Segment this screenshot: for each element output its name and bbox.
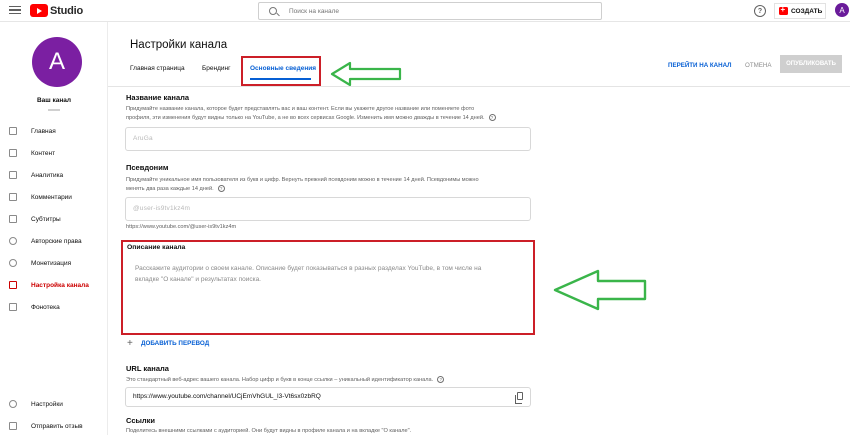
settings-icon (9, 400, 17, 408)
channel-name-field[interactable] (125, 127, 531, 151)
help-icon[interactable]: ? (754, 5, 766, 17)
description-placeholder-line: вкладке "О канале" и результатах поиска. (135, 276, 261, 284)
sidebar-item-feedback[interactable]: Отправить отзыв (0, 417, 108, 435)
sidebar-item-label: Настройки (31, 400, 63, 408)
name-hint: Придумайте название канала, которое буде… (126, 105, 546, 122)
sidebar-item-dashboard[interactable]: Главная (0, 122, 108, 140)
name-hint-line: профиля, эти изменения будут видны тольк… (126, 114, 485, 121)
search-bar[interactable] (258, 2, 602, 20)
sidebar-item-label: Комментарии (31, 193, 72, 201)
sidebar-item-label: Контент (31, 149, 56, 157)
sidebar-item-settings[interactable]: Настройки (0, 395, 108, 413)
sidebar-item-subtitles[interactable]: Субтитры (0, 210, 108, 228)
cancel-button[interactable]: ОТМЕНА (745, 62, 771, 69)
handle-hint-line: Придумайте уникальное имя пользователя и… (126, 177, 479, 183)
channel-url-hint: Это стандартный веб-адрес вашего канала.… (126, 376, 546, 385)
sidebar-item-label: Монетизация (31, 259, 72, 267)
plus-icon: + (127, 338, 133, 349)
sidebar-item-label: Настройка канала (31, 281, 89, 289)
channel-title: Ваш канал (36, 97, 72, 104)
search-input[interactable] (289, 7, 589, 15)
sidebar-item-label: Отправить отзыв (31, 422, 83, 430)
name-hint-line: Придумайте название канала, которое буде… (126, 106, 475, 112)
sidebar-item-label: Фонотека (31, 303, 60, 311)
links-section-title: Ссылки (126, 416, 156, 425)
sidebar: A Ваш канал Главная Контент Аналитика Ко… (0, 22, 108, 435)
customization-icon (9, 281, 17, 289)
channel-name-value: AruGa (133, 135, 153, 142)
annotation-box-tab (241, 56, 321, 86)
channel-avatar[interactable]: A (32, 37, 82, 87)
channel-url-value: https://www.youtube.com/channel/UCjEmVhG… (133, 393, 321, 400)
monetization-icon (9, 259, 17, 267)
feedback-icon (9, 422, 17, 430)
content-icon (9, 149, 17, 157)
top-bar: Studio ? СОЗДАТЬ A (0, 0, 850, 22)
description-section-title: Описание канала (127, 244, 186, 251)
audio-library-icon (9, 303, 17, 311)
channel-name-blurred (48, 109, 60, 111)
tab-branding[interactable]: Брендинг (202, 65, 230, 72)
description-textarea[interactable]: Расскажите аудитории о своем канале. Опи… (135, 263, 515, 285)
subtitles-icon (9, 215, 17, 223)
name-section-title: Название канала (126, 93, 190, 102)
handle-value: @user-is9tv1kz4m (133, 205, 191, 212)
search-icon (269, 7, 277, 15)
sidebar-item-label: Субтитры (31, 215, 61, 223)
sidebar-item-analytics[interactable]: Аналитика (0, 166, 108, 184)
description-placeholder-line: Расскажите аудитории о своем канале. Опи… (135, 265, 482, 272)
publish-button[interactable]: ОПУБЛИКОВАТЬ (780, 55, 842, 73)
copyright-icon (9, 237, 17, 245)
sidebar-item-customization[interactable]: Настройка канала (0, 276, 108, 294)
comments-icon (9, 193, 17, 201)
annotation-arrow-tab (330, 61, 402, 87)
create-button-label: СОЗДАТЬ (791, 7, 823, 15)
copy-icon[interactable] (515, 392, 523, 404)
sidebar-item-monetization[interactable]: Монетизация (0, 254, 108, 272)
youtube-logo-icon (30, 4, 48, 17)
menu-icon[interactable] (9, 4, 21, 16)
analytics-icon (9, 171, 17, 179)
add-translation-label: ДОБАВИТЬ ПЕРЕВОД (141, 340, 210, 347)
channel-url-hint-text: Это стандартный веб-адрес вашего канала.… (126, 377, 434, 383)
sidebar-item-label: Главная (31, 127, 56, 135)
handle-url: https://www.youtube.com/@user-is9tv1kz4m (126, 224, 237, 230)
sidebar-item-content[interactable]: Контент (0, 144, 108, 162)
annotation-arrow-description (553, 269, 647, 311)
annotation-box-description (121, 240, 535, 335)
handle-hint: Придумайте уникальное имя пользователя и… (126, 176, 546, 193)
sidebar-item-copyright[interactable]: Авторские права (0, 232, 108, 250)
sidebar-item-label: Авторские права (31, 237, 82, 245)
create-button[interactable]: СОЗДАТЬ (774, 3, 826, 19)
help-icon[interactable]: ? (488, 113, 496, 121)
studio-logo[interactable]: Studio (30, 4, 83, 17)
handle-section-title: Псевдоним (126, 163, 169, 172)
go-to-channel-button[interactable]: ПЕРЕЙТИ НА КАНАЛ (668, 62, 731, 69)
handle-hint-line: менять два раза каждые 14 дней. (126, 185, 214, 192)
logo-text: Studio (50, 4, 84, 17)
account-avatar[interactable]: A (835, 3, 849, 17)
links-hint: Поделитесь внешними ссылками с аудиторие… (126, 428, 412, 434)
sidebar-item-comments[interactable]: Комментарии (0, 188, 108, 206)
sidebar-item-label: Аналитика (31, 171, 64, 179)
help-icon[interactable]: ? (437, 376, 445, 384)
sidebar-item-audio-library[interactable]: Фонотека (0, 298, 108, 316)
header-divider (108, 86, 850, 87)
dashboard-icon (9, 127, 17, 135)
create-video-icon (779, 5, 788, 15)
channel-url-section-title: URL канала (126, 364, 169, 373)
page-title: Настройки канала (130, 39, 228, 51)
add-translation-button[interactable]: + ДОБАВИТЬ ПЕРЕВОД (127, 338, 209, 349)
tab-home-page[interactable]: Главная страница (130, 65, 185, 72)
help-icon[interactable]: ? (217, 184, 225, 192)
